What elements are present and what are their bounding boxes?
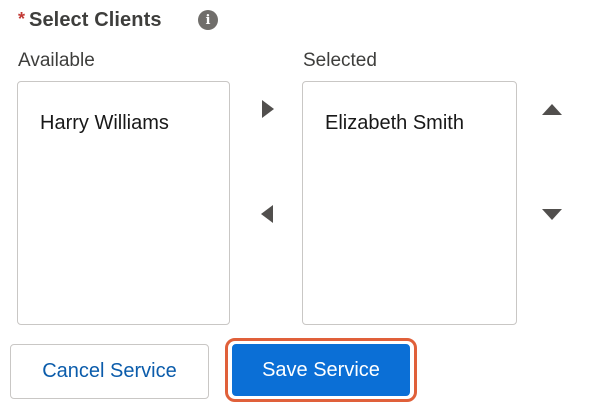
move-up-button[interactable] — [540, 97, 564, 121]
list-option-elizabeth-smith[interactable]: Elizabeth Smith — [325, 112, 464, 135]
move-to-selected-button[interactable] — [256, 97, 280, 121]
field-header: * Select Clients — [18, 6, 162, 34]
required-indicator: * — [18, 8, 26, 29]
triangle-left-icon — [261, 205, 273, 223]
available-listbox[interactable]: Harry Williams — [17, 81, 230, 325]
selected-listbox[interactable]: Elizabeth Smith — [302, 81, 517, 325]
triangle-right-icon — [262, 100, 274, 118]
move-down-button[interactable] — [540, 202, 564, 226]
cancel-service-button[interactable]: Cancel Service — [10, 344, 209, 399]
info-icon[interactable]: i — [198, 10, 218, 30]
triangle-up-icon — [542, 103, 562, 115]
triangle-down-icon — [542, 208, 562, 220]
move-to-available-button[interactable] — [255, 202, 279, 226]
list-option-harry-williams[interactable]: Harry Williams — [40, 112, 169, 135]
selected-list-label: Selected — [303, 50, 377, 71]
available-list-label: Available — [18, 50, 95, 71]
save-service-button[interactable]: Save Service — [232, 344, 410, 396]
field-title: Select Clients — [29, 8, 162, 31]
